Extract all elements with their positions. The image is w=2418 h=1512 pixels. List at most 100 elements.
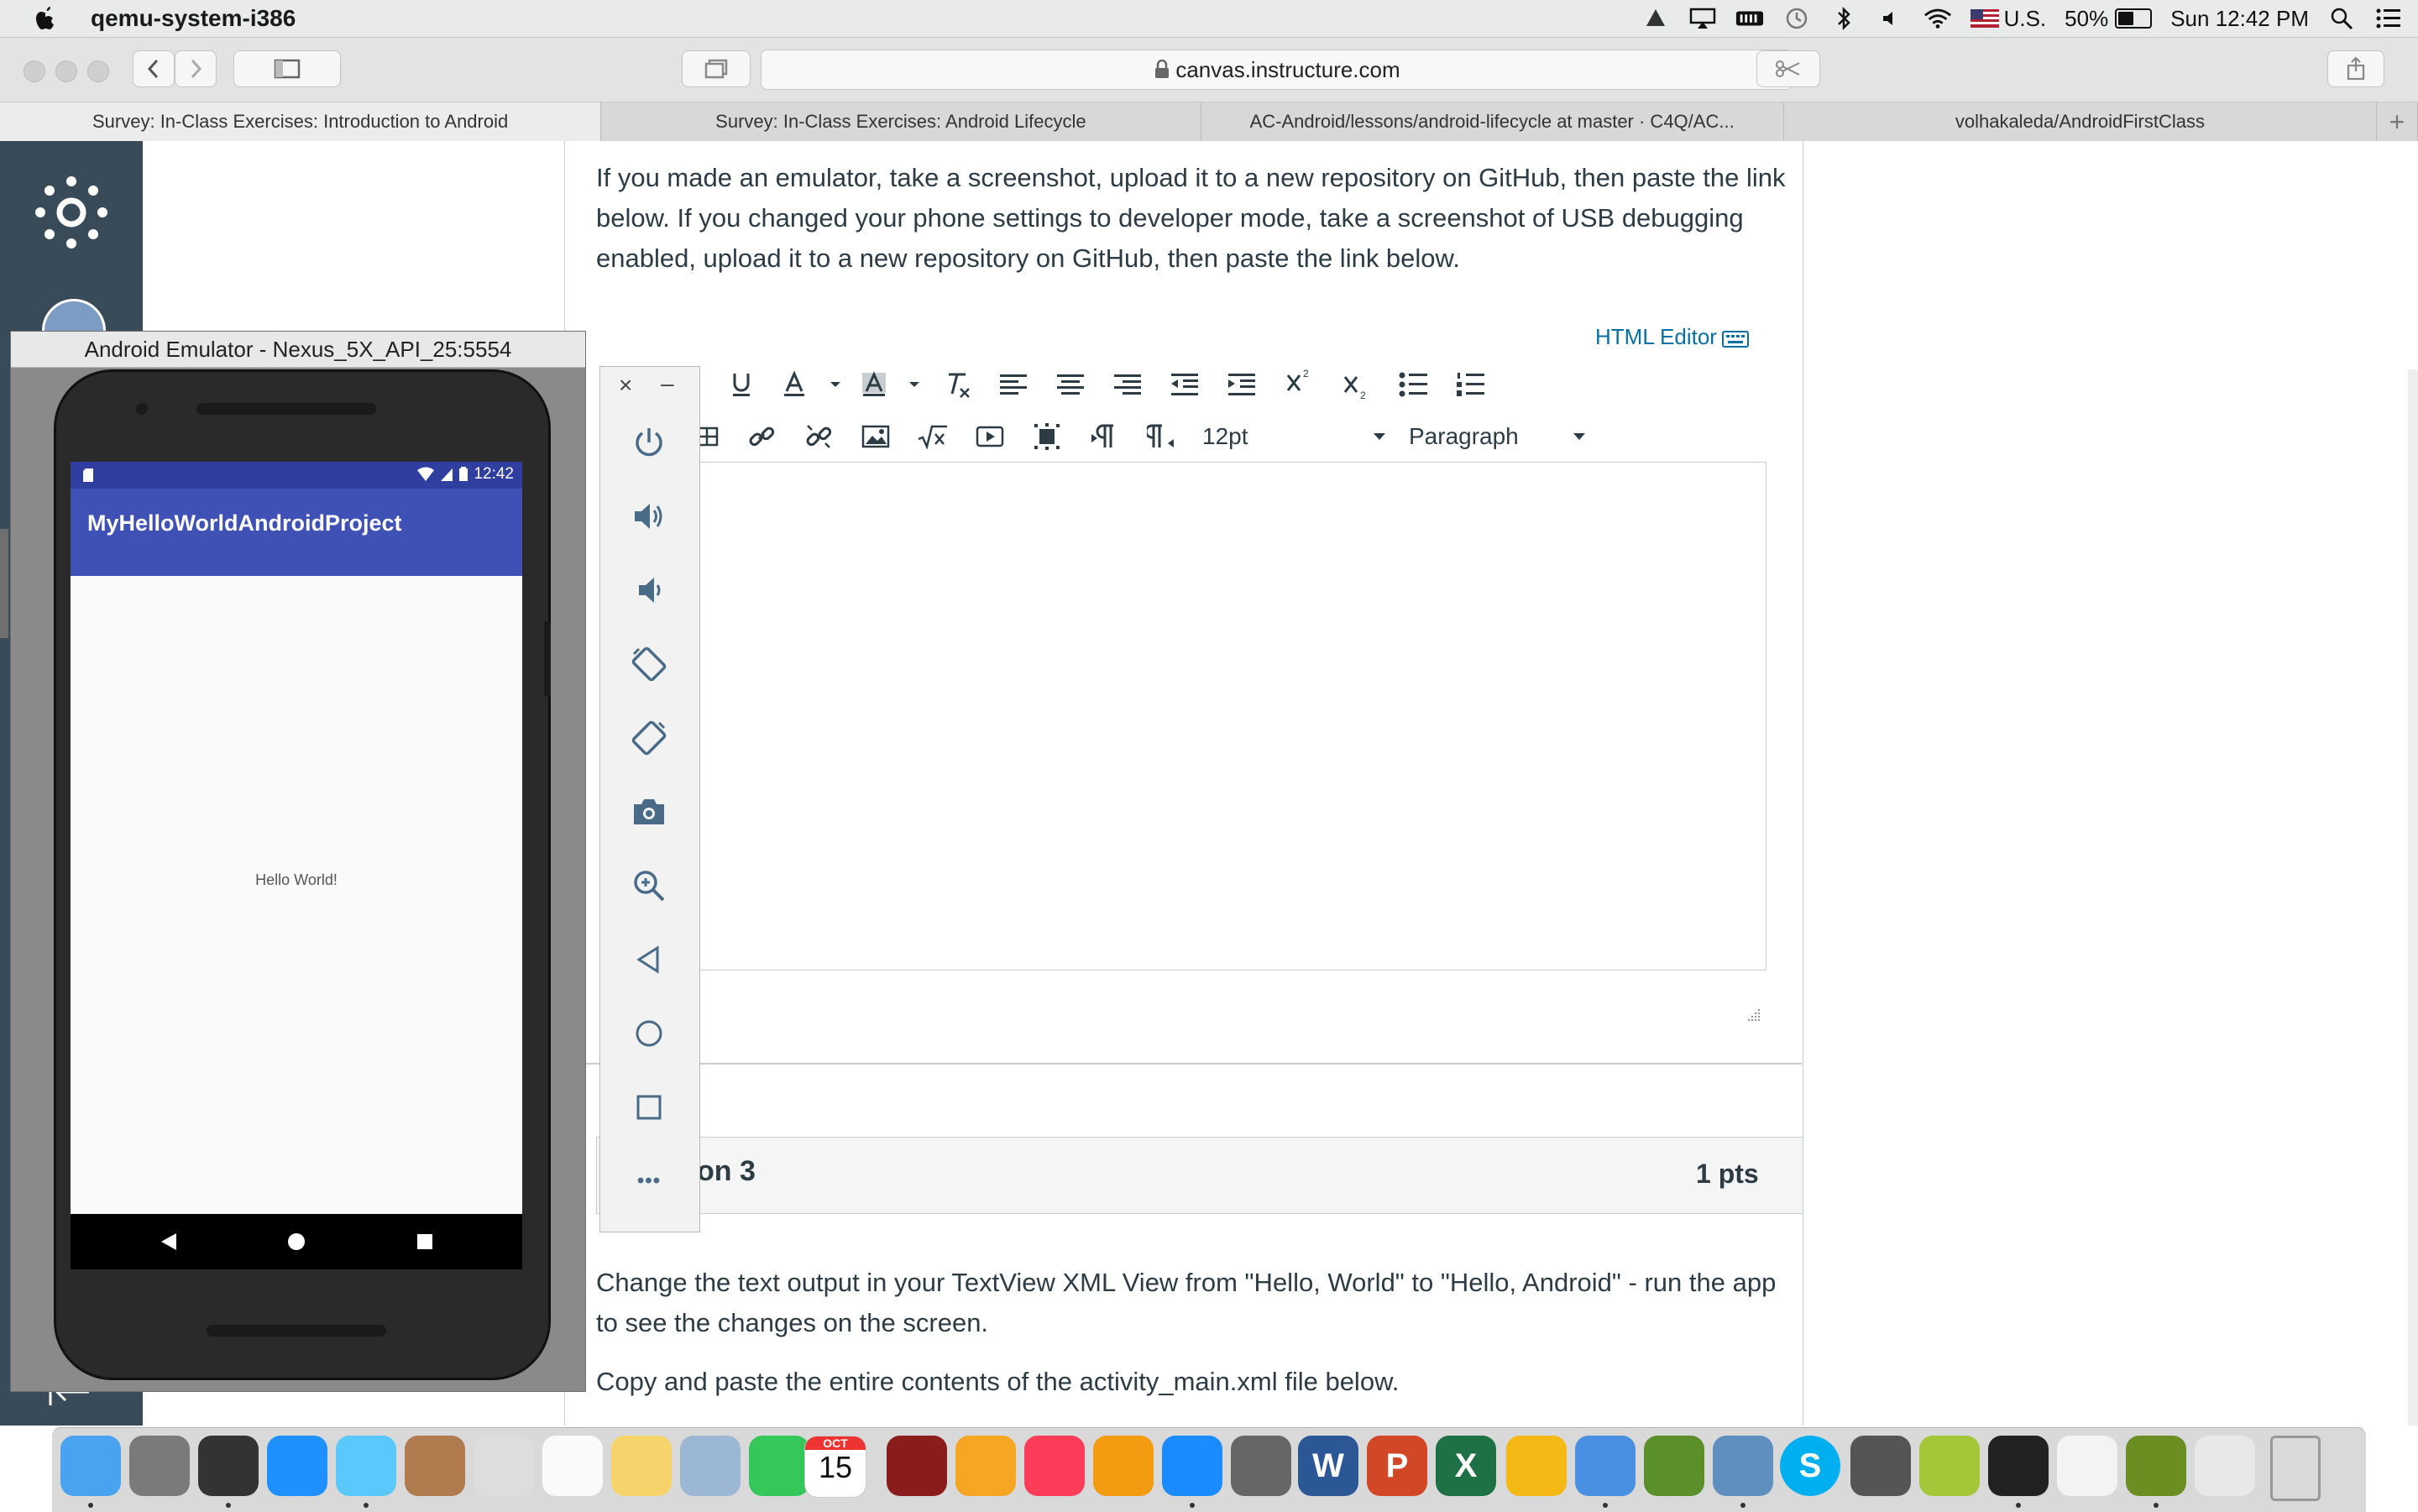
background-color-button[interactable] <box>856 368 924 401</box>
emulator-title[interactable]: Android Emulator - Nexus_5X_API_25:5554 <box>11 332 585 368</box>
dock-network-icon[interactable] <box>1575 1436 1636 1496</box>
font-size-select[interactable]: 12pt <box>1202 420 1387 453</box>
indent-button[interactable] <box>1224 368 1259 401</box>
spotlight-icon[interactable] <box>2327 6 2356 31</box>
dock-reminders-icon[interactable] <box>542 1436 603 1496</box>
bullet-list-button[interactable] <box>1395 368 1431 401</box>
dock-trash-icon[interactable] <box>2270 1436 2321 1501</box>
address-bar[interactable]: canvas.instructure.com <box>761 50 1793 90</box>
overview-control-button[interactable] <box>625 1084 673 1131</box>
outdent-button[interactable] <box>1167 368 1202 401</box>
underline-button[interactable] <box>724 368 759 401</box>
more-icon[interactable]: ••• <box>625 1158 673 1205</box>
dock-textedit-icon[interactable] <box>2057 1436 2117 1496</box>
scrollbar[interactable] <box>2408 369 2418 1426</box>
tab-android-lifecycle[interactable]: Survey: In-Class Exercises: Android Life… <box>601 102 1201 141</box>
superscript-button[interactable]: 2 <box>1281 364 1316 398</box>
dock-preview-icon[interactable] <box>474 1436 534 1496</box>
input-source[interactable]: U.S. <box>1970 6 2046 32</box>
window-zoom-button[interactable] <box>87 60 109 82</box>
canvas-logo-icon[interactable] <box>34 175 109 254</box>
back-button[interactable] <box>133 50 175 87</box>
dock-activity-monitor-icon[interactable] <box>198 1436 259 1496</box>
html-editor-link[interactable]: HTML Editor <box>1595 324 1751 350</box>
back-icon[interactable] <box>160 1232 178 1252</box>
share-button[interactable] <box>2327 50 2384 87</box>
overview-icon[interactable] <box>416 1233 433 1250</box>
dock-calendar[interactable]: OCT 15 <box>804 1436 866 1498</box>
dock-sublime-icon[interactable] <box>1850 1436 1911 1496</box>
tab-overview-button[interactable] <box>682 50 751 87</box>
link-button[interactable] <box>744 420 779 453</box>
new-tab-button[interactable]: + <box>2377 102 2418 141</box>
home-icon[interactable] <box>287 1232 306 1251</box>
notification-center-icon[interactable] <box>2374 6 2403 31</box>
back-control-button[interactable] <box>625 936 673 983</box>
phone-side-button[interactable] <box>544 621 551 697</box>
dock-globe-icon[interactable] <box>1644 1436 1704 1496</box>
time-machine-icon[interactable] <box>1782 6 1811 31</box>
block-format-select[interactable]: Paragraph <box>1409 420 1587 453</box>
screenshot-button[interactable] <box>625 788 673 835</box>
dock-sublime-o-icon[interactable] <box>1506 1436 1567 1496</box>
panel-minimize-button[interactable]: – <box>661 370 674 397</box>
panel-close-button[interactable]: × <box>619 372 632 399</box>
align-right-button[interactable] <box>1110 368 1145 401</box>
dock-excel[interactable]: X <box>1436 1436 1496 1496</box>
image-button[interactable] <box>858 420 893 453</box>
power-button[interactable] <box>625 419 673 466</box>
dock-messages-icon[interactable] <box>336 1436 396 1496</box>
table-button[interactable] <box>699 420 719 453</box>
tab-github-lessons[interactable]: AC-Android/lessons/android-lifecycle at … <box>1201 102 1784 141</box>
dock-word[interactable]: W <box>1298 1436 1358 1496</box>
window-minimize-button[interactable] <box>55 60 77 82</box>
unlink-button[interactable] <box>801 420 836 453</box>
align-center-button[interactable] <box>1053 368 1088 401</box>
dock-ibooks-icon[interactable] <box>1093 1436 1154 1496</box>
dock-app-store-icon[interactable] <box>1162 1436 1222 1496</box>
vagrant-icon[interactable] <box>1641 6 1670 31</box>
media-button[interactable] <box>972 420 1008 453</box>
home-control-button[interactable] <box>625 1010 673 1057</box>
dock-safari-icon[interactable] <box>267 1436 327 1496</box>
memory-icon[interactable] <box>1735 6 1764 31</box>
equation-button[interactable] <box>915 420 950 453</box>
dock-skype[interactable]: S <box>1780 1436 1840 1496</box>
rotate-left-button[interactable] <box>625 641 673 688</box>
dock-finder-icon[interactable] <box>60 1436 121 1496</box>
rich-text-editor[interactable] <box>699 462 1766 971</box>
wifi-icon[interactable] <box>1923 6 1952 31</box>
volume-icon[interactable] <box>1876 6 1905 31</box>
bluetooth-icon[interactable] <box>1829 6 1858 31</box>
battery-status[interactable]: 50% <box>2065 6 2153 32</box>
window-close-button[interactable] <box>24 60 45 82</box>
rotate-right-button[interactable] <box>625 714 673 761</box>
dock-notes-icon[interactable] <box>611 1436 672 1496</box>
app-name[interactable]: qemu-system-i386 <box>91 5 296 32</box>
dock-android-studio-icon[interactable] <box>1919 1436 1980 1496</box>
extension-button[interactable] <box>1756 50 1820 87</box>
airplay-icon[interactable] <box>1688 6 1717 31</box>
dock-launchpad-icon[interactable] <box>129 1436 190 1496</box>
dock-terminal-icon[interactable] <box>1988 1436 2049 1496</box>
dock-system-preferences-icon[interactable] <box>1231 1436 1291 1496</box>
dock-itunes-icon[interactable] <box>1024 1436 1085 1496</box>
numbered-list-button[interactable] <box>1452 368 1488 401</box>
dock-photos-icon[interactable] <box>955 1436 1016 1496</box>
subscript-button[interactable]: 2 <box>1338 371 1374 405</box>
dock-xcode-ish-icon[interactable] <box>680 1436 741 1496</box>
device-screen[interactable]: 12:42 MyHelloWorldAndroidProject Hello W… <box>71 462 522 1269</box>
clear-formatting-button[interactable] <box>940 368 976 401</box>
dock-contacts-icon[interactable] <box>405 1436 465 1496</box>
dock-photo-booth-icon[interactable] <box>887 1436 947 1496</box>
volume-down-button[interactable] <box>625 567 673 614</box>
apple-icon[interactable] <box>34 5 57 36</box>
resize-handle-icon[interactable] <box>1743 1007 1761 1030</box>
phone-side-button[interactable] <box>0 529 8 638</box>
dock-downloads-icon[interactable] <box>2195 1436 2255 1496</box>
clock[interactable]: Sun 12:42 PM <box>2170 6 2309 32</box>
embed-button[interactable] <box>1029 420 1065 453</box>
tab-github-repo[interactable]: volhakaleda/AndroidFirstClass <box>1784 102 2378 141</box>
volume-up-button[interactable] <box>625 493 673 540</box>
tab-intro-android[interactable]: Survey: In-Class Exercises: Introduction… <box>0 102 602 141</box>
